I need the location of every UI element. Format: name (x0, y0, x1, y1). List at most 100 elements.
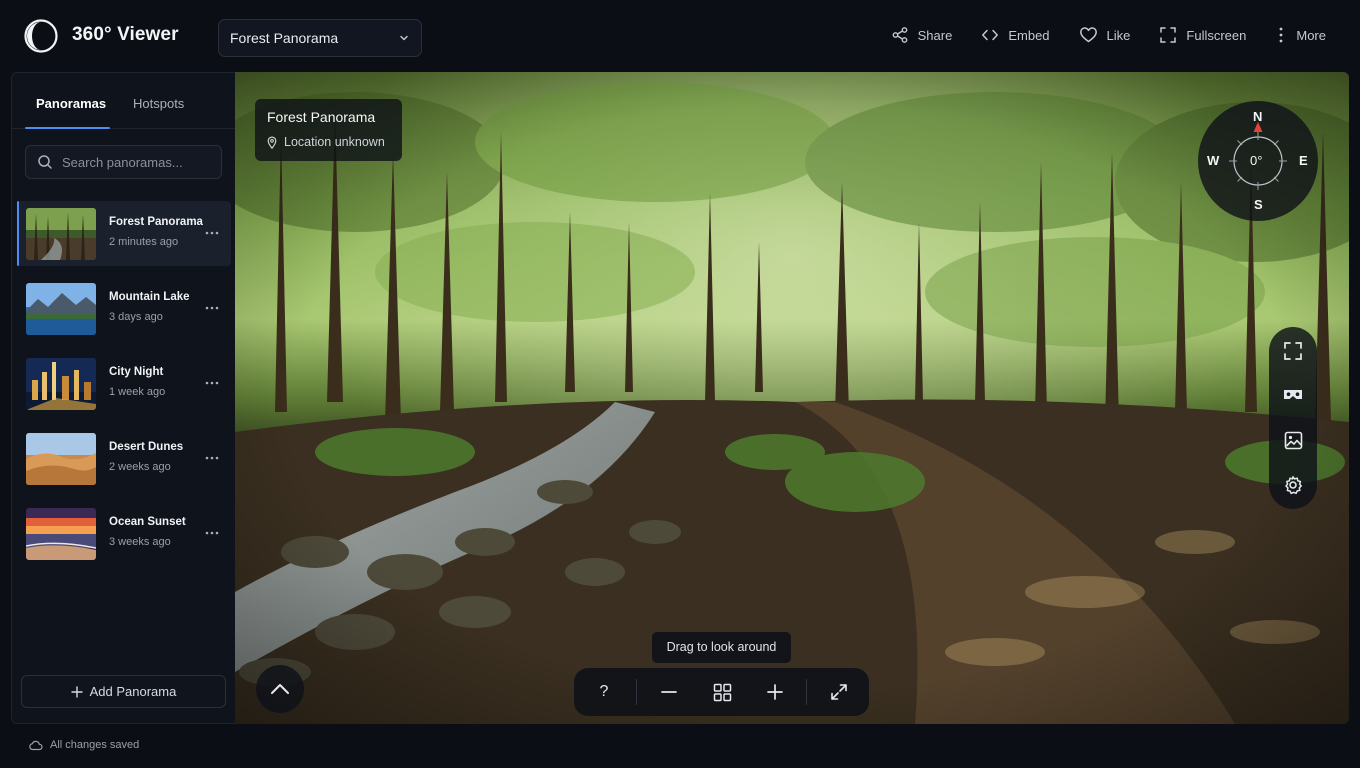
more-horizontal-icon[interactable] (202, 373, 222, 393)
panorama-select-value: Forest Panorama (230, 30, 339, 46)
sidebar: Panoramas Hotspots Forest Panorama 2 mi (11, 72, 235, 724)
list-item-ocean-sunset[interactable]: Ocean Sunset 3 weeks ago (17, 501, 231, 566)
heart-icon (1079, 27, 1097, 43)
share-button[interactable]: Share (891, 26, 953, 44)
info-title: Forest Panorama (267, 109, 376, 125)
viewer-side-toolbar (1269, 327, 1317, 509)
fullscreen-button[interactable]: Fullscreen (1159, 26, 1246, 44)
expand-button[interactable] (827, 680, 851, 704)
vr-mode-button[interactable] (1281, 383, 1305, 407)
add-panorama-button[interactable]: Add Panorama (21, 675, 226, 708)
info-location-text: Location unknown (284, 135, 385, 149)
tab-panoramas[interactable]: Panoramas (36, 96, 106, 111)
like-label: Like (1106, 27, 1131, 43)
help-button[interactable]: ? (592, 680, 616, 704)
compass-south: S (1254, 197, 1263, 212)
more-horizontal-icon[interactable] (202, 448, 222, 468)
more-label: More (1296, 27, 1326, 43)
vr-headset-icon (1284, 390, 1302, 399)
settings-icon (1285, 476, 1302, 495)
list-item-time: 3 days ago (109, 311, 163, 323)
panorama-info-card: Forest Panorama Location unknown (255, 99, 402, 161)
share-label: Share (917, 27, 953, 43)
like-button[interactable]: Like (1079, 26, 1131, 44)
header-actions: Share Embed Like Fullscreen More (891, 26, 1326, 44)
thumbnail-desert-dunes (26, 433, 96, 485)
fullscreen-icon (1284, 342, 1302, 360)
list-item-name: City Night (109, 366, 164, 378)
panorama-image[interactable] (235, 72, 1349, 724)
info-location: Location unknown (267, 135, 385, 149)
expand-icon (831, 684, 847, 700)
chevron-down-icon (400, 35, 408, 41)
more-button[interactable]: More (1275, 26, 1326, 44)
thumbnail-city-night (26, 358, 96, 410)
compass-heading: 0° (1250, 153, 1263, 168)
more-horizontal-icon[interactable] (202, 523, 222, 543)
compass-west: W (1207, 153, 1220, 168)
compass-north: N (1253, 109, 1263, 124)
plus-icon (70, 685, 83, 698)
zoom-in-icon (767, 684, 783, 700)
image-button[interactable] (1281, 428, 1305, 452)
list-item-name: Mountain Lake (109, 291, 190, 303)
list-item-time: 2 weeks ago (109, 461, 171, 473)
tab-hotspots[interactable]: Hotspots (133, 96, 184, 111)
grid-view-button[interactable] (710, 680, 734, 704)
code-icon (982, 29, 999, 41)
app-logo-icon (24, 19, 58, 53)
zoom-out-icon (661, 691, 677, 693)
zoom-out-button[interactable] (657, 680, 681, 704)
list-item-time: 1 week ago (109, 386, 166, 398)
list-item-name: Desert Dunes (109, 441, 184, 453)
settings-button[interactable] (1281, 473, 1305, 497)
image-icon (1284, 431, 1302, 449)
search-input[interactable] (62, 154, 212, 170)
list-item-time: 2 minutes ago (109, 236, 179, 248)
search-icon (38, 155, 52, 169)
toolbar-divider (806, 679, 807, 705)
top-bar: 360° Viewer Forest Panorama Share Embed (0, 0, 1360, 72)
app-title: 360° Viewer (72, 24, 179, 45)
viewer-bottom-toolbar: ? (574, 668, 869, 716)
embed-label: Embed (1008, 27, 1050, 43)
fullscreen-icon (1160, 27, 1177, 43)
thumbnail-mountain-lake (26, 283, 96, 335)
list-item-time: 3 weeks ago (109, 536, 171, 548)
chevron-up-icon (271, 684, 289, 694)
more-horizontal-icon[interactable] (202, 223, 222, 243)
cloud-check-icon (29, 740, 43, 751)
location-pin-icon (267, 136, 277, 149)
active-tab-indicator (25, 127, 110, 129)
list-item-name: Ocean Sunset (109, 516, 186, 528)
toggle-panel-button[interactable] (256, 665, 304, 713)
list-item-forest-panorama[interactable]: Forest Panorama 2 minutes ago (17, 201, 231, 266)
zoom-in-button[interactable] (763, 680, 787, 704)
compass-east: E (1299, 153, 1308, 168)
viewer-fullscreen-button[interactable] (1281, 339, 1305, 363)
panorama-select[interactable]: Forest Panorama (218, 19, 422, 57)
more-vertical-icon (1279, 27, 1283, 43)
fullscreen-label: Fullscreen (1186, 27, 1247, 43)
grid-icon (713, 683, 731, 701)
save-status: All changes saved (29, 739, 139, 751)
panorama-list: Forest Panorama 2 minutes ago Mountain L… (17, 201, 231, 576)
save-status-text: All changes saved (50, 739, 140, 751)
compass[interactable]: N S W E 0° (1197, 100, 1319, 222)
panorama-viewer[interactable]: Forest Panorama Location unknown N S W E… (235, 72, 1349, 724)
list-item-city-night[interactable]: City Night 1 week ago (17, 351, 231, 416)
help-icon: ? (599, 683, 609, 700)
thumbnail-ocean-sunset (26, 508, 96, 560)
search-box (25, 145, 222, 179)
list-item-desert-dunes[interactable]: Desert Dunes 2 weeks ago (17, 426, 231, 491)
sidebar-tabs: Panoramas Hotspots (12, 73, 235, 129)
list-item-name: Forest Panorama (109, 216, 203, 228)
toolbar-divider (636, 679, 637, 705)
drag-hint-tooltip: Drag to look around (652, 632, 791, 663)
thumbnail-forest (26, 208, 96, 260)
list-item-mountain-lake[interactable]: Mountain Lake 3 days ago (17, 276, 231, 341)
share-icon (892, 27, 908, 43)
add-panorama-label: Add Panorama (89, 684, 177, 699)
more-horizontal-icon[interactable] (202, 298, 222, 318)
embed-button[interactable]: Embed (981, 26, 1050, 44)
